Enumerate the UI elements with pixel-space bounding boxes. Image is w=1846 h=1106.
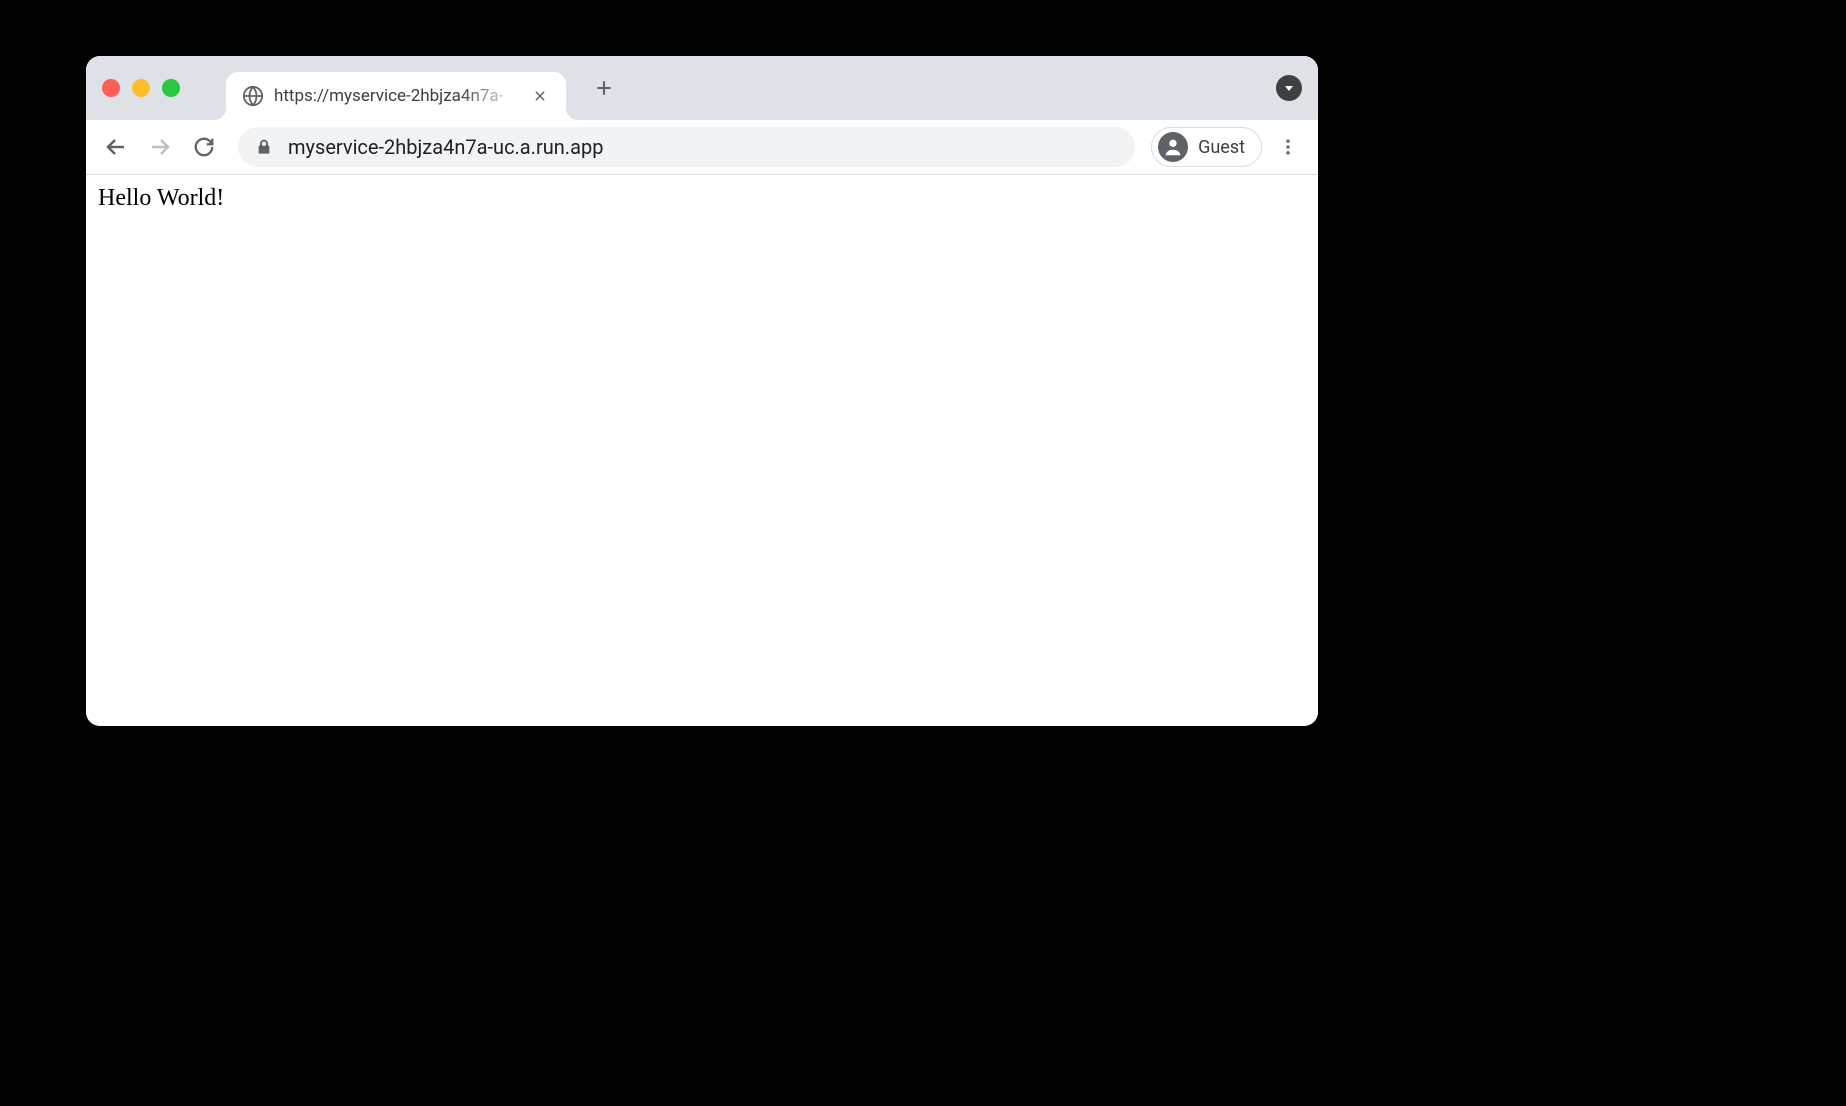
profile-label: Guest — [1198, 137, 1245, 158]
person-icon — [1158, 132, 1188, 162]
browser-window: https://myservice-2hbjza4n7a- — [86, 56, 1318, 726]
maximize-window-button[interactable] — [162, 79, 180, 97]
page-body-text: Hello World! — [98, 185, 1306, 212]
lock-icon — [256, 138, 272, 156]
new-tab-button[interactable] — [588, 72, 620, 104]
tab-strip: https://myservice-2hbjza4n7a- — [86, 56, 1318, 120]
minimize-window-button[interactable] — [132, 79, 150, 97]
close-window-button[interactable] — [102, 79, 120, 97]
window-controls — [102, 79, 180, 97]
tab-title: https://myservice-2hbjza4n7a- — [274, 86, 520, 106]
forward-button[interactable] — [142, 129, 178, 165]
url-text: myservice-2hbjza4n7a-uc.a.run.app — [288, 135, 603, 159]
reload-button[interactable] — [186, 129, 222, 165]
profile-button[interactable]: Guest — [1151, 127, 1262, 167]
browser-tab[interactable]: https://myservice-2hbjza4n7a- — [226, 72, 566, 120]
browser-menu-button[interactable] — [1270, 129, 1306, 165]
browser-toolbar: myservice-2hbjza4n7a-uc.a.run.app Guest — [86, 120, 1318, 175]
back-button[interactable] — [98, 129, 134, 165]
globe-icon — [242, 85, 264, 107]
address-bar[interactable]: myservice-2hbjza4n7a-uc.a.run.app — [238, 127, 1135, 167]
page-viewport: Hello World! — [86, 175, 1318, 726]
search-tabs-button[interactable] — [1276, 75, 1302, 101]
close-tab-button[interactable] — [530, 86, 550, 106]
